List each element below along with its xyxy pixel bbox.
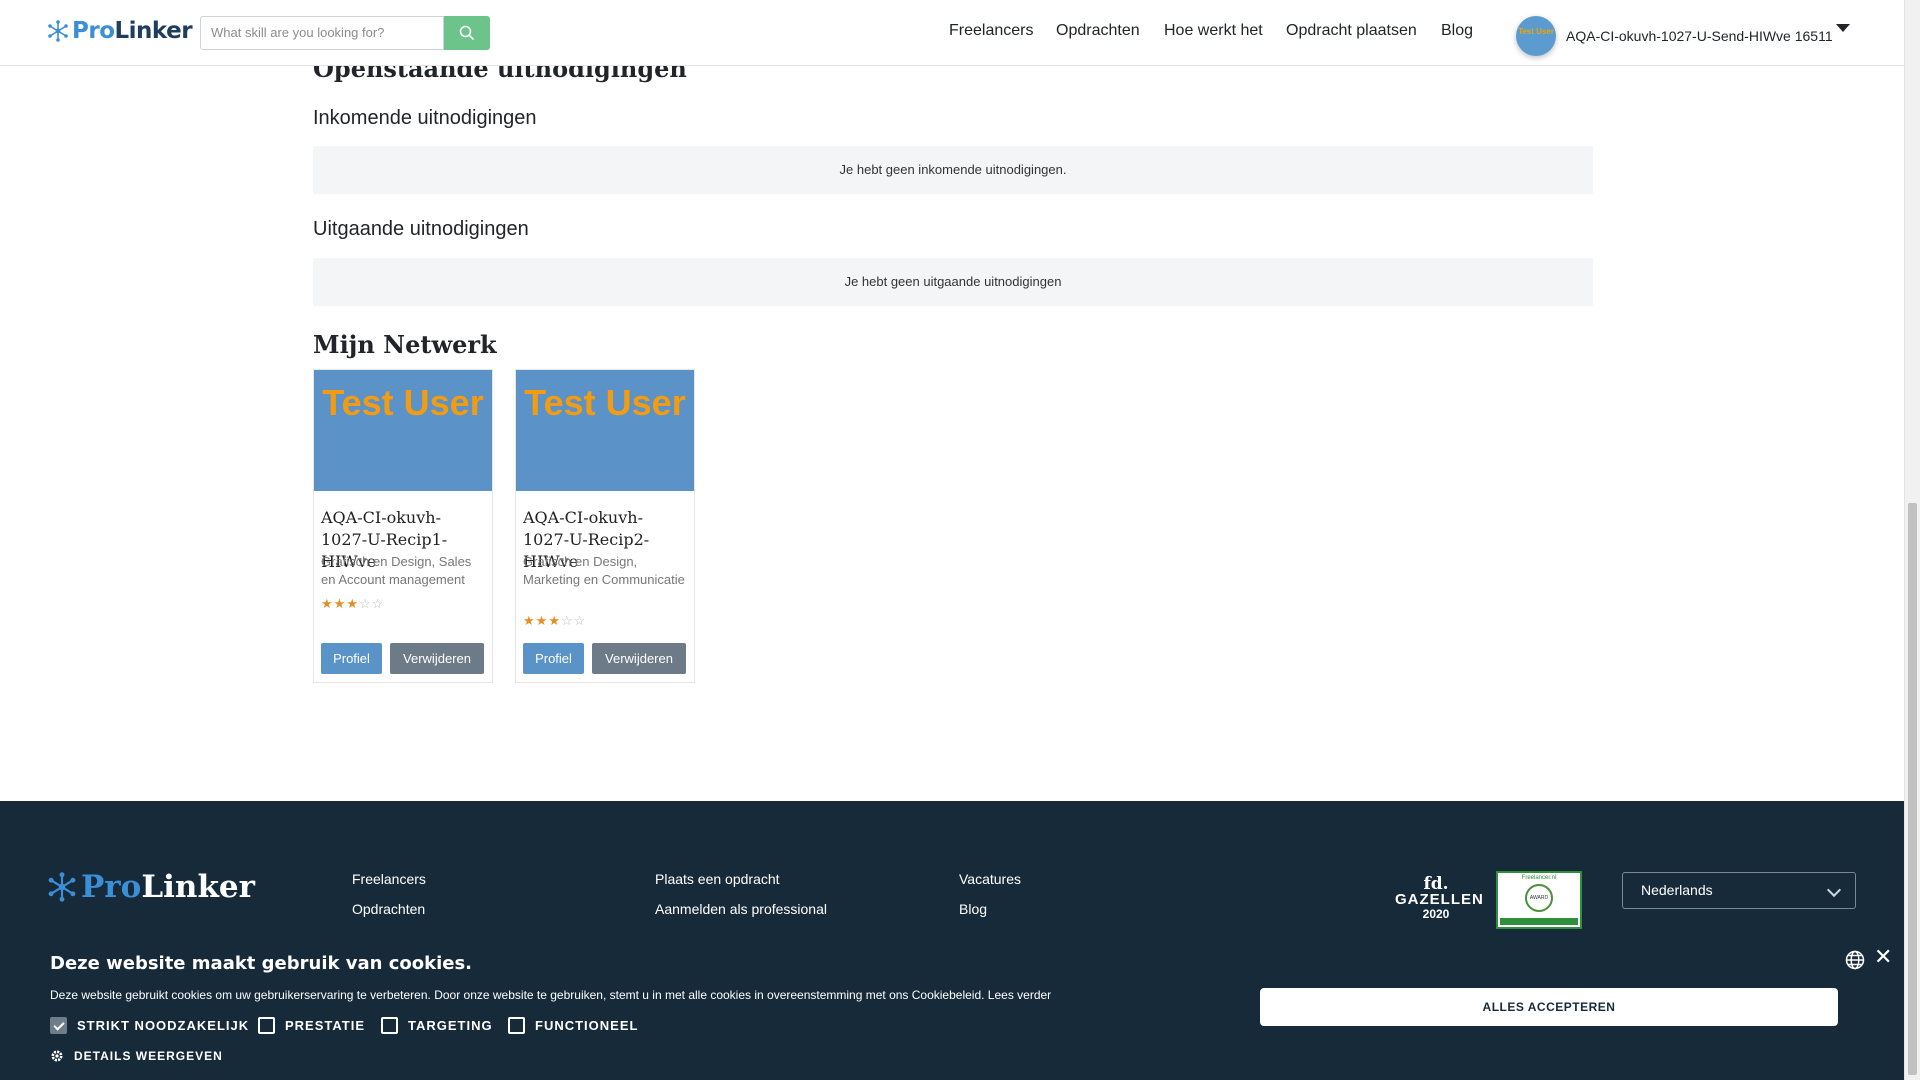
member-skills: Grafisch en Design, Marketing en Communi… — [523, 554, 685, 587]
outgoing-invitations-empty: Je hebt geen uitgaande uitnodigingen — [313, 258, 1593, 306]
cookie-option-functional[interactable]: FUNCTIONEEL — [508, 1017, 638, 1034]
rating-stars: ★★★☆☆ — [321, 596, 384, 612]
cookie-option-label: STRIKT NOODZAKELIJK — [77, 1018, 250, 1033]
search-button[interactable] — [444, 16, 490, 50]
scrollbar-thumb[interactable] — [1908, 503, 1917, 1075]
star-filled-icon: ★ — [321, 596, 334, 611]
page-scrollbar[interactable] — [1904, 0, 1920, 1080]
caret-down-icon[interactable] — [1836, 24, 1850, 32]
footer-link-freelancers[interactable]: Freelancers — [352, 871, 426, 887]
footer-link-vacatures[interactable]: Vacatures — [959, 871, 1021, 887]
gazellen-text: GAZELLEN — [1395, 891, 1484, 908]
fd-text: fd. — [1423, 874, 1449, 894]
checkbox-checked[interactable] — [50, 1017, 67, 1034]
close-icon[interactable]: ✕ — [1874, 946, 1892, 968]
remove-button[interactable]: Verwijderen — [390, 643, 484, 674]
cookie-option-label: FUNCTIONEEL — [535, 1018, 639, 1033]
globe-icon[interactable] — [1845, 950, 1865, 970]
logo-text-linker: Linker — [114, 18, 193, 44]
cookie-details-toggle[interactable]: DETAILS WEERGEVEN — [50, 1049, 223, 1063]
star-filled-icon: ★ — [548, 613, 561, 628]
language-select-value: Nederlands — [1641, 882, 1713, 898]
cookie-description: Deze website gebruikt cookies om uw gebr… — [50, 988, 1052, 1002]
award-laurel-icon: AWARD — [1525, 884, 1553, 912]
footer-link-plaats-opdracht[interactable]: Plaats een opdracht — [655, 871, 780, 887]
profile-image[interactable]: Test User — [314, 370, 492, 491]
star-empty-icon: ☆ — [358, 596, 372, 611]
cookie-option-targeting[interactable]: TARGETING — [381, 1017, 493, 1034]
cookie-option-performance[interactable]: PRESTATIE — [258, 1017, 365, 1034]
rating-stars: ★★★☆☆ — [523, 613, 586, 629]
my-network-heading: Mijn Netwerk — [313, 330, 497, 359]
remove-button[interactable]: Verwijderen — [592, 643, 686, 674]
star-filled-icon: ★ — [535, 613, 549, 628]
star-filled-icon: ★ — [523, 613, 536, 628]
cookie-title: Deze website maakt gebruik van cookies. — [50, 953, 473, 974]
network-logo-icon — [48, 872, 76, 902]
footer-logo[interactable]: ProLinker — [47, 869, 255, 905]
logo-text-pro: Pro — [72, 18, 115, 44]
star-empty-icon: ☆ — [573, 613, 587, 628]
profile-image[interactable]: Test User — [516, 370, 694, 491]
checkbox-unchecked[interactable] — [508, 1017, 525, 1034]
cookie-option-label: TARGETING — [408, 1018, 493, 1033]
star-filled-icon: ★ — [346, 596, 359, 611]
footer-link-aanmelden[interactable]: Aanmelden als professional — [655, 901, 827, 917]
network-logo-icon — [48, 20, 68, 42]
member-skills: Grafisch en Design, Sales en Account man… — [321, 554, 472, 587]
checkbox-unchecked[interactable] — [381, 1017, 398, 1034]
user-name[interactable]: AQA-CI-okuvh-1027-U-Send-HIWve 16511 — [1566, 28, 1833, 44]
nav-freelancers[interactable]: Freelancers — [949, 22, 1033, 40]
freelancer-award-badge: Freelancer.nl AWARD — [1496, 871, 1582, 929]
nav-hoe-werkt-het[interactable]: Hoe werkt het — [1164, 22, 1263, 40]
star-empty-icon: ☆ — [560, 613, 574, 628]
footer-link-blog[interactable]: Blog — [959, 901, 987, 917]
top-header: ProLinker What skill are you looking for… — [0, 0, 1904, 66]
cookie-option-label: PRESTATIE — [285, 1018, 366, 1033]
footer-logo-pro: Pro — [81, 869, 142, 905]
search-icon — [459, 25, 475, 41]
award-badge-title: Freelancer.nl — [1521, 875, 1557, 881]
star-empty-icon: ☆ — [371, 596, 385, 611]
accept-all-cookies-button[interactable]: ALLES ACCEPTEREN — [1260, 988, 1838, 1026]
fd-gazellen-badge: fd. GAZELLEN 2020 — [1395, 874, 1484, 921]
user-avatar[interactable]: Test User — [1516, 16, 1556, 56]
incoming-invitations-heading: Inkomende uitnodigingen — [313, 107, 537, 129]
nav-opdracht-plaatsen[interactable]: Opdracht plaatsen — [1286, 22, 1417, 40]
gear-icon — [51, 1050, 63, 1062]
nav-opdrachten[interactable]: Opdrachten — [1056, 22, 1140, 40]
gazellen-year: 2020 — [1422, 907, 1450, 921]
chevron-down-icon — [1826, 882, 1842, 898]
incoming-invitations-empty: Je hebt geen inkomende uitnodigingen. — [313, 146, 1593, 194]
footer-logo-linker: Linker — [141, 869, 255, 905]
network-card: Test User AQA-CI-okuvh-1027-U-Recip2-HIW… — [515, 369, 695, 683]
language-select[interactable]: Nederlands — [1622, 872, 1856, 909]
checkbox-unchecked[interactable] — [258, 1017, 275, 1034]
network-card: Test User AQA-CI-okuvh-1027-U-Recip1-HIW… — [313, 369, 493, 683]
skill-search-input[interactable]: What skill are you looking for? — [200, 16, 444, 50]
star-filled-icon: ★ — [333, 596, 347, 611]
outgoing-invitations-heading: Uitgaande uitnodigingen — [313, 218, 529, 240]
cookie-option-strict[interactable]: STRIKT NOODZAKELIJK — [50, 1017, 249, 1034]
nav-blog[interactable]: Blog — [1441, 22, 1473, 40]
footer-link-opdrachten[interactable]: Opdrachten — [352, 901, 425, 917]
prolinker-logo[interactable]: ProLinker — [47, 18, 193, 44]
profile-button[interactable]: Profiel — [523, 643, 584, 674]
details-label: DETAILS WEERGEVEN — [74, 1049, 223, 1063]
profile-button[interactable]: Profiel — [321, 643, 382, 674]
